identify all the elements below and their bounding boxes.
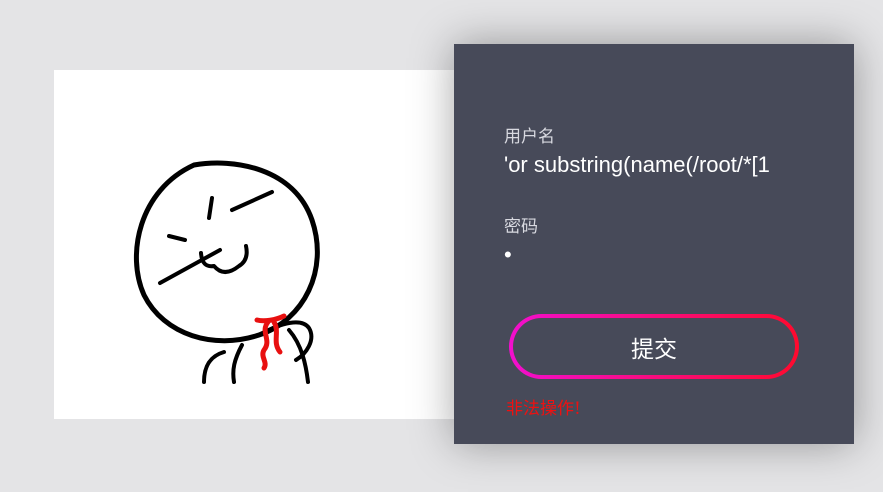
page: 用户名 密码 • 提交 非法操作! [0, 0, 883, 492]
submit-button-label: 提交 [513, 318, 795, 375]
username-label: 用户名 [504, 127, 555, 147]
submit-button[interactable]: 提交 [509, 314, 799, 379]
smug-face-icon [133, 160, 320, 384]
illustration-card [54, 70, 474, 419]
username-input[interactable] [504, 150, 814, 180]
error-message: 非法操作! [506, 399, 581, 419]
login-panel: 用户名 密码 • 提交 非法操作! [454, 44, 854, 444]
password-label: 密码 [504, 217, 538, 237]
password-input[interactable]: • [504, 242, 814, 272]
